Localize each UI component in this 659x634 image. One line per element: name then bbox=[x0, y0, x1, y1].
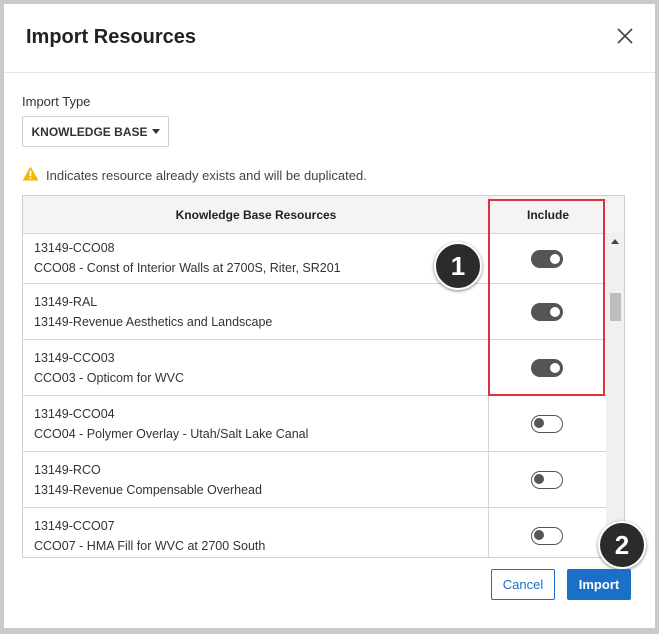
resource-id: 13149-RAL bbox=[34, 294, 98, 309]
resource-id: 13149-CCO03 bbox=[34, 350, 115, 365]
cancel-button[interactable]: Cancel bbox=[491, 569, 555, 600]
resource-name: CCO04 - Polymer Overlay - Utah/Salt Lake… bbox=[34, 426, 309, 441]
include-toggle[interactable] bbox=[531, 470, 563, 489]
include-cell bbox=[489, 340, 605, 395]
table-row: 13149-CCO08 CCO08 - Const of Interior Wal… bbox=[23, 234, 624, 284]
table-header: Knowledge Base Resources Include bbox=[23, 196, 624, 234]
resource-id: 13149-CCO08 bbox=[34, 241, 115, 255]
include-cell bbox=[489, 508, 605, 557]
include-toggle[interactable] bbox=[531, 526, 563, 545]
resource-id: 13149-RCO bbox=[34, 462, 101, 477]
resource-name: CCO08 - Const of Interior Walls at 2700S… bbox=[34, 261, 341, 275]
include-cell bbox=[489, 284, 605, 339]
scroll-up-icon[interactable] bbox=[611, 239, 619, 244]
include-toggle[interactable] bbox=[531, 302, 563, 321]
table-row: 13149-RCO 13149-Revenue Compensable Overh… bbox=[23, 452, 624, 508]
resources-table: Knowledge Base Resources Include 13149-C… bbox=[22, 195, 625, 558]
resource-name: CCO03 - Opticom for WVC bbox=[34, 370, 185, 385]
vertical-scrollbar[interactable] bbox=[606, 233, 624, 557]
resource-cell: 13149-CCO03 CCO03 - Opticom for WVC bbox=[23, 340, 489, 395]
table-row: 13149-CCO04 CCO04 - Polymer Overlay - Uta… bbox=[23, 396, 624, 452]
dialog-title: Import Resources bbox=[26, 26, 197, 48]
close-icon[interactable] bbox=[615, 26, 635, 46]
step-badge-2: 2 bbox=[598, 521, 646, 569]
caret-down-icon bbox=[151, 129, 160, 134]
resource-name: 13149-Revenue Compensable Overhead bbox=[34, 482, 262, 497]
include-toggle[interactable] bbox=[531, 358, 563, 377]
table-row: 13149-CCO07 CCO07 - HMA Fill for WVC at 2… bbox=[23, 508, 624, 557]
resource-id: 13149-CCO04 bbox=[34, 406, 115, 421]
include-cell bbox=[489, 396, 605, 451]
table-body: 13149-CCO08 CCO08 - Const of Interior Wal… bbox=[23, 234, 624, 557]
include-toggle[interactable] bbox=[531, 249, 563, 268]
column-header-include: Include bbox=[526, 207, 569, 222]
import-type-label: Import Type bbox=[22, 94, 91, 109]
resource-id: 13149-CCO07 bbox=[34, 518, 115, 533]
include-cell bbox=[489, 452, 605, 507]
resource-name: CCO07 - HMA Fill for WVC at 2700 South bbox=[34, 538, 266, 553]
resource-cell: 13149-CCO08 CCO08 - Const of Interior Wal… bbox=[23, 234, 489, 283]
scrollbar-thumb[interactable] bbox=[610, 293, 621, 321]
step-badge-1: 1 bbox=[434, 242, 482, 290]
import-type-value: KNOWLEDGE BASE bbox=[31, 124, 148, 139]
import-type-dropdown[interactable]: KNOWLEDGE BASE bbox=[22, 116, 169, 147]
resource-name: 13149-Revenue Aesthetics and Landscape bbox=[34, 314, 273, 329]
table-row: 13149-RAL 13149-Revenue Aesthetics and La… bbox=[23, 284, 624, 340]
warning-text: Indicates resource already exists and wi… bbox=[46, 167, 367, 183]
table-row: 13149-CCO03 CCO03 - Opticom for WVC bbox=[23, 340, 624, 396]
dialog-header: Import Resources bbox=[4, 4, 655, 73]
resource-cell: 13149-RAL 13149-Revenue Aesthetics and La… bbox=[23, 284, 489, 339]
resource-cell: 13149-CCO04 CCO04 - Polymer Overlay - Uta… bbox=[23, 396, 489, 451]
include-cell bbox=[489, 234, 605, 283]
include-toggle[interactable] bbox=[531, 414, 563, 433]
warning-icon bbox=[22, 166, 39, 184]
resource-cell: 13149-RCO 13149-Revenue Compensable Overh… bbox=[23, 452, 489, 507]
import-button[interactable]: Import bbox=[567, 569, 631, 600]
resource-cell: 13149-CCO07 CCO07 - HMA Fill for WVC at 2… bbox=[23, 508, 489, 557]
duplicate-warning: Indicates resource already exists and wi… bbox=[22, 166, 367, 184]
column-header-resources: Knowledge Base Resources bbox=[23, 196, 490, 233]
